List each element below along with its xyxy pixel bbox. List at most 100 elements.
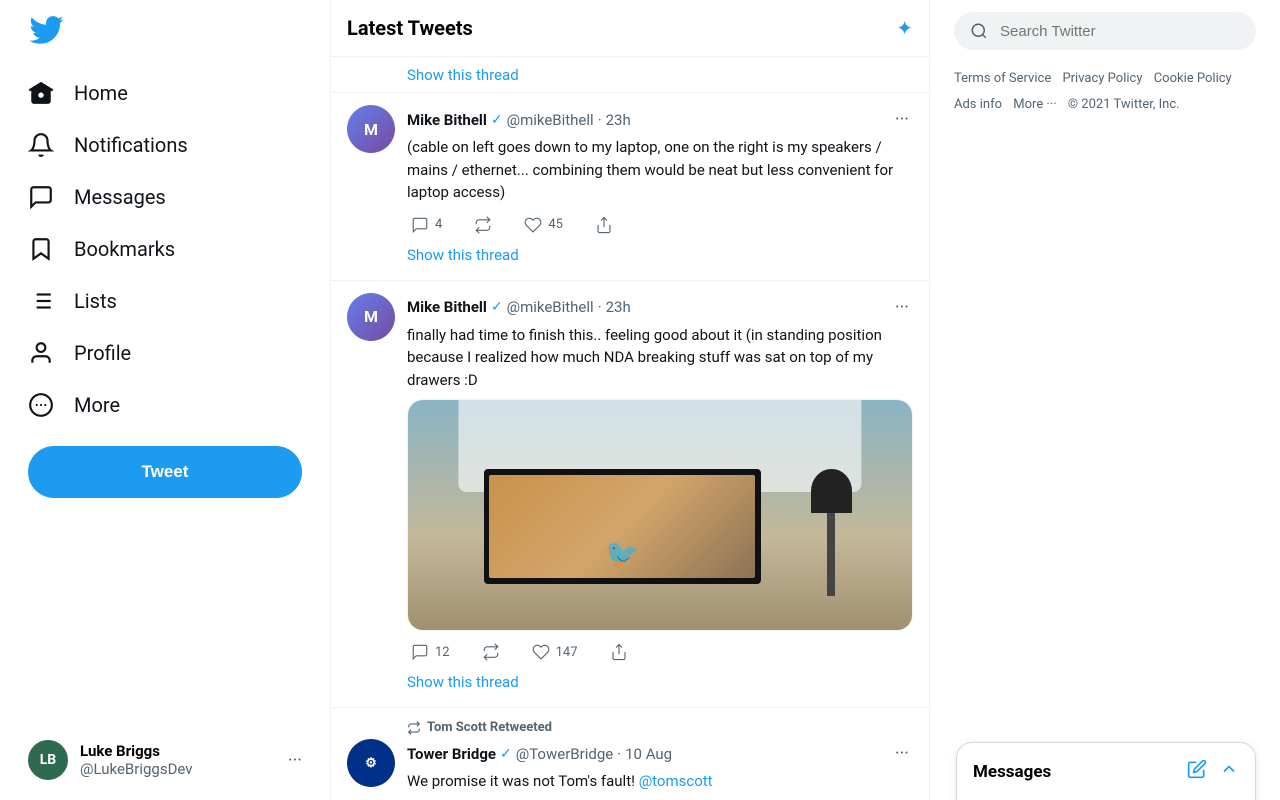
thread-top-link[interactable]: Show this thread [331,57,929,93]
message-icon [28,184,54,210]
twitter-bird-icon [28,12,64,48]
retweet-label-3: Tom Scott Retweeted [347,720,913,735]
feed-title: Latest Tweets [347,16,473,40]
cookie-link[interactable]: Cookie Policy [1154,71,1232,86]
messages-panel-title: Messages [973,762,1051,782]
tweet-header-3: ⚙ Tower Bridge ✓ @TowerBridge · 10 Aug ·… [347,739,913,800]
bell-icon [28,132,54,158]
more-footer-link[interactable]: More ··· [1013,97,1056,112]
bookmarks-label: Bookmarks [74,237,175,261]
sidebar-item-notifications[interactable]: Notifications [12,120,204,170]
lists-label: Lists [74,289,117,313]
tweet-time-1: 23h [606,111,631,129]
reply-action-1[interactable]: 4 [407,212,446,238]
more-circles-icon [28,392,54,418]
profile-label: Profile [74,341,131,365]
sidebar-item-bookmarks[interactable]: Bookmarks [12,224,191,274]
collapse-messages-icon[interactable] [1219,759,1239,784]
like-action-1[interactable]: 45 [520,212,567,238]
user-info: Luke Briggs @LukeBriggsDev [80,742,276,778]
tweet-text-2: finally had time to finish this.. feelin… [407,324,913,392]
tweet-header-2: M Mike Bithell ✓ @mikeBithell · 23h ··· … [347,293,913,696]
retweet-action-1[interactable] [470,212,496,238]
home-label: Home [74,81,128,105]
main-feed: Latest Tweets ✦ Show this thread M Mike … [330,0,930,800]
reply-icon [411,216,429,234]
verified-badge-2: ✓ [491,299,503,315]
search-bar[interactable] [954,12,1256,50]
retweet-indicator-icon [407,721,421,735]
messages-actions [1187,759,1239,784]
sidebar: Home Notifications Messages [0,0,330,800]
retweet-icon-2 [482,643,500,661]
sparkle-icon[interactable]: ✦ [896,16,913,40]
verified-badge-3: ✓ [500,746,512,762]
show-thread-bottom-2[interactable]: Show this thread [407,669,913,695]
list-icon [28,288,54,314]
tweet-more-button-3[interactable]: ··· [891,739,913,768]
sidebar-item-profile[interactable]: Profile [12,328,147,378]
like-count-2: 147 [556,645,578,660]
ads-info-link[interactable]: Ads info [954,97,1002,112]
messages-panel: Messages [956,742,1256,800]
share-icon-2 [610,643,628,661]
tweet-more-button-2[interactable]: ··· [891,293,913,322]
sidebar-item-messages[interactable]: Messages [12,172,182,222]
show-thread-bottom-1[interactable]: Show this thread [407,242,913,268]
compose-message-icon[interactable] [1187,759,1207,784]
mention-link[interactable]: @tomscott [639,772,713,790]
show-thread-top-link[interactable]: Show this thread [407,62,519,88]
reply-action-2[interactable]: 12 [407,639,454,665]
sidebar-footer-user[interactable]: LB Luke Briggs @LukeBriggsDev ··· [12,728,318,792]
terms-link[interactable]: Terms of Service [954,71,1051,86]
sidebar-item-home[interactable]: Home [12,68,144,118]
home-icon [28,80,54,106]
tweet-meta-3: Tower Bridge ✓ @TowerBridge · 10 Aug ··· [407,739,913,768]
user-handle: @LukeBriggsDev [80,760,276,778]
footer-more-button[interactable]: ··· [288,750,302,771]
twitter-logo[interactable] [12,0,318,64]
like-action-2[interactable]: 147 [528,639,582,665]
person-icon [28,340,54,366]
tweet-author-name-3: Tower Bridge [407,745,496,763]
right-sidebar: Terms of Service Privacy Policy Cookie P… [930,0,1280,800]
tweet-dot-1: · [598,111,602,129]
tweet-image-2: 🐦 [407,399,913,631]
reply-count-2: 12 [435,645,450,660]
tweet-actions-2: 12 147 [407,639,913,665]
tweet-content-2: Mike Bithell ✓ @mikeBithell · 23h ··· fi… [407,293,913,696]
more-label: More [74,393,120,417]
share-action-2[interactable] [606,639,632,665]
tweet-content-3: Tower Bridge ✓ @TowerBridge · 10 Aug ···… [407,739,913,800]
like-count-1: 45 [548,217,563,232]
tweet-handle-1: @mikeBithell [507,111,594,129]
privacy-link[interactable]: Privacy Policy [1062,71,1142,86]
tweet-handle-2: @mikeBithell [507,298,594,316]
user-name: Luke Briggs [80,742,276,760]
tweet-more-button-1[interactable]: ··· [891,105,913,134]
reply-count-1: 4 [435,217,442,232]
search-icon [970,22,988,40]
tweet-content-1: Mike Bithell ✓ @mikeBithell · 23h ··· (c… [407,105,913,268]
tweet-item-2[interactable]: M Mike Bithell ✓ @mikeBithell · 23h ··· … [331,281,929,709]
share-action-1[interactable] [591,212,617,238]
search-input[interactable] [1000,23,1240,40]
tweet-handle-3: @TowerBridge [516,745,613,763]
tweet-meta-2: Mike Bithell ✓ @mikeBithell · 23h ··· [407,293,913,322]
retweeted-by-label: Tom Scott Retweeted [427,720,552,735]
sidebar-item-lists[interactable]: Lists [12,276,133,326]
tweet-button[interactable]: Tweet [28,446,302,498]
like-icon-2 [532,643,550,661]
tweet-author-name-1: Mike Bithell [407,111,487,129]
tweet-author-name-2: Mike Bithell [407,298,487,316]
tweet-dot-3: · [617,745,621,763]
tweet-header-1: M Mike Bithell ✓ @mikeBithell · 23h ··· … [347,105,913,268]
copyright-text: © 2021 Twitter, Inc. [1068,97,1180,112]
tweet-meta-1: Mike Bithell ✓ @mikeBithell · 23h ··· [407,105,913,134]
tweet-item-1[interactable]: M Mike Bithell ✓ @mikeBithell · 23h ··· … [331,93,929,281]
sidebar-item-more[interactable]: More [12,380,136,430]
retweet-icon [474,216,492,234]
tweet-item-3[interactable]: Tom Scott Retweeted ⚙ Tower Bridge ✓ @To… [331,708,929,800]
retweet-action-2[interactable] [478,639,504,665]
tweet-text-1: (cable on left goes down to my laptop, o… [407,136,913,204]
